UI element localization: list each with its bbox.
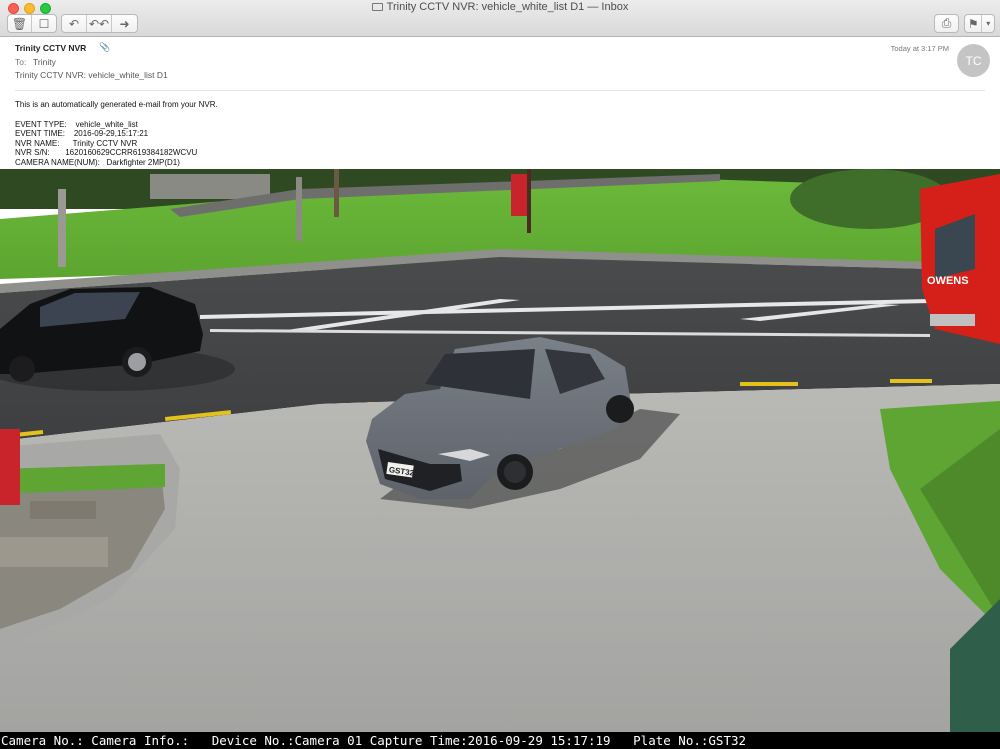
trash-icon[interactable]: 🗑 bbox=[8, 15, 33, 32]
cctv-scene: OWENS GST32 bbox=[0, 169, 1000, 732]
window-titlebar: Trinity CCTV NVR: vehicle_white_list D1 … bbox=[0, 0, 1000, 37]
avatar: TC bbox=[957, 44, 990, 77]
red-truck: OWENS bbox=[920, 174, 1000, 344]
nvr-serial-line: NVR S/N: 1620160629CCRR619384182WCVU bbox=[15, 148, 198, 157]
cctv-info-overlay: Camera No.: Camera Info.: Device No.:Cam… bbox=[0, 732, 1000, 749]
reply-icon[interactable]: ↶ bbox=[62, 15, 87, 32]
recipient-name[interactable]: Trinity bbox=[33, 57, 56, 67]
junk-icon[interactable]: ☐ bbox=[32, 15, 56, 32]
stepping-stone bbox=[30, 501, 96, 519]
print-icon[interactable]: ⎙ bbox=[934, 14, 959, 33]
pole bbox=[58, 189, 66, 267]
background-fence bbox=[150, 174, 270, 199]
sign-post bbox=[527, 169, 531, 233]
to-label: To: bbox=[15, 57, 27, 67]
event-time-line: EVENT TIME: 2016-09-29,15:17:21 bbox=[15, 129, 149, 138]
truck-logo-text: OWENS bbox=[927, 275, 969, 287]
body-spacer bbox=[15, 110, 218, 120]
reply-all-icon[interactable]: ↶↶ bbox=[87, 15, 112, 32]
yellow-road-line bbox=[740, 382, 798, 386]
body-intro: This is an automatically generated e-mai… bbox=[15, 100, 218, 109]
window-title-area: Trinity CCTV NVR: vehicle_white_list D1 … bbox=[0, 1, 1000, 13]
chevron-down-icon[interactable]: ▾ bbox=[982, 15, 994, 32]
reply-group: ↶ ↶↶ ➜ bbox=[61, 14, 138, 33]
message-header: Trinity CCTV NVR 📎 To: Trinity Trinity C… bbox=[0, 37, 1000, 95]
camera-name-line: CAMERA NAME(NUM): Darkfighter 2MP(D1) bbox=[15, 157, 180, 167]
red-sign-left bbox=[0, 429, 20, 505]
pole bbox=[296, 177, 302, 241]
nvr-name-line: NVR NAME: Trinity CCTV NVR bbox=[15, 138, 138, 148]
flag-group: ⚑ ▾ bbox=[964, 14, 995, 33]
flag-icon[interactable]: ⚑ bbox=[965, 15, 983, 32]
sender-name[interactable]: Trinity CCTV NVR bbox=[15, 43, 86, 53]
attachment-icon: 📎 bbox=[99, 42, 111, 52]
message-subject: Trinity CCTV NVR: vehicle_white_list D1 bbox=[15, 70, 168, 80]
forward-icon[interactable]: ➜ bbox=[112, 15, 137, 32]
yellow-road-line bbox=[890, 379, 932, 383]
tree-trunk bbox=[334, 169, 339, 217]
delete-junk-group: 🗑 ☐ bbox=[7, 14, 57, 33]
bench bbox=[0, 537, 108, 567]
message-datetime: Today at 3:17 PM bbox=[890, 44, 949, 53]
window-title: Trinity CCTV NVR: vehicle_white_list D1 … bbox=[386, 1, 629, 13]
header-divider bbox=[15, 90, 985, 91]
cctv-capture-image: OWENS GST32 bbox=[0, 169, 1000, 732]
avatar-initials: TC bbox=[965, 53, 982, 68]
event-type-line: EVENT TYPE: vehicle_white_list bbox=[15, 119, 138, 129]
envelope-icon bbox=[371, 3, 383, 11]
message-body: This is an automatically generated e-mai… bbox=[15, 100, 218, 167]
